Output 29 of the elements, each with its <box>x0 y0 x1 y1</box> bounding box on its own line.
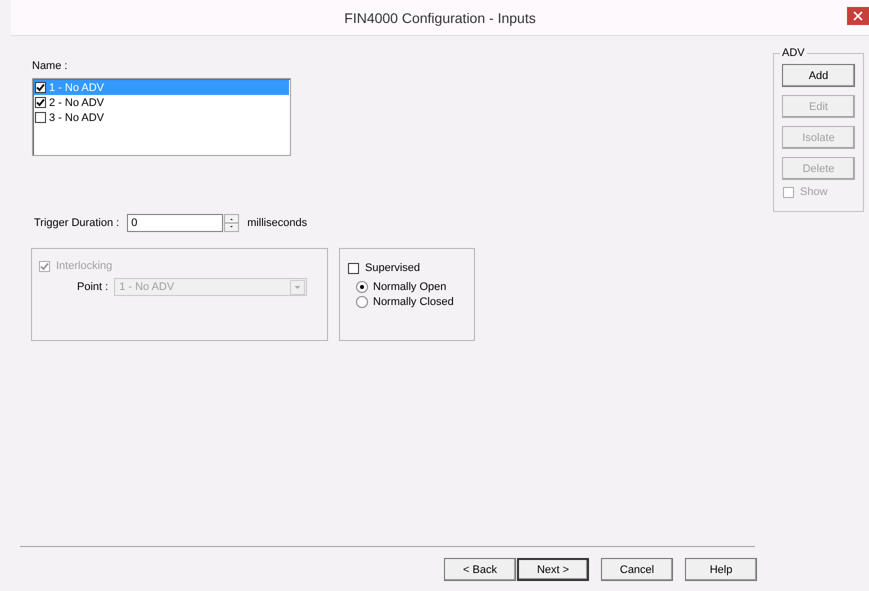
close-button[interactable] <box>847 7 869 25</box>
radio-label: Normally Closed <box>373 296 454 308</box>
footer-button[interactable]: Next > <box>517 558 589 581</box>
close-icon <box>853 11 863 21</box>
adv-group-title: ADV <box>780 47 807 59</box>
spinner[interactable] <box>224 214 240 232</box>
checkbox[interactable] <box>35 112 46 123</box>
checkbox[interactable] <box>35 82 46 93</box>
supervised-checkbox[interactable] <box>348 262 359 274</box>
list-item[interactable]: 2 - No ADV <box>34 95 289 110</box>
interlocking-label: Interlocking <box>56 260 112 272</box>
footer-button[interactable]: < Back <box>444 558 516 581</box>
radio-button[interactable] <box>356 296 368 308</box>
list-item[interactable]: 3 - No ADV <box>34 110 289 125</box>
unit-label: milliseconds <box>247 217 308 229</box>
checkbox[interactable] <box>35 97 46 108</box>
caret-icon <box>290 280 306 294</box>
radio-button[interactable] <box>356 281 368 293</box>
point-label: Point : <box>77 281 108 293</box>
window-title: FIN4000 Configuration - Inputs <box>344 10 536 26</box>
trigger-duration-label: Trigger Duration : <box>34 217 120 229</box>
adv-button[interactable]: Add <box>782 64 855 87</box>
footer-button[interactable]: Cancel <box>601 558 673 581</box>
footer-button[interactable]: Help <box>685 558 757 581</box>
name-label: Name : <box>32 60 68 72</box>
show-label: Show <box>800 186 828 198</box>
radio-label: Normally Open <box>373 281 446 293</box>
trigger-duration-field[interactable]: 0 <box>127 214 224 232</box>
supervised-label: Supervised <box>365 262 420 274</box>
